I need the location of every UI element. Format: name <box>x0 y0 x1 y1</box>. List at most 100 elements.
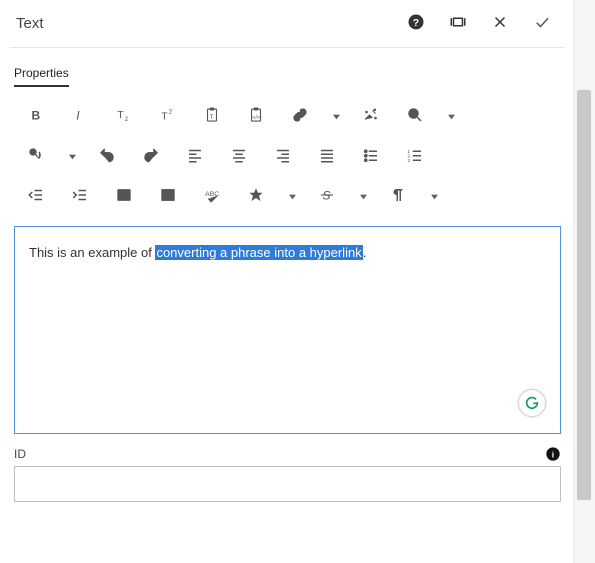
id-input[interactable] <box>14 466 561 502</box>
align-left-icon <box>186 146 204 167</box>
header-actions: ? <box>399 7 565 41</box>
align-left-button[interactable] <box>173 138 217 174</box>
list-bullet-icon <box>362 146 380 167</box>
align-right-icon <box>274 146 292 167</box>
search-button[interactable] <box>393 98 437 134</box>
indent-button[interactable] <box>58 178 102 214</box>
table-icon <box>159 186 177 207</box>
svg-text:T: T <box>117 109 124 121</box>
toolbar-row-2: 123 <box>14 138 561 174</box>
align-right-button[interactable] <box>261 138 305 174</box>
list-number-icon: 123 <box>406 146 424 167</box>
svg-text:3: 3 <box>408 157 411 162</box>
undo-button[interactable] <box>85 138 129 174</box>
help-button[interactable]: ? <box>399 7 433 41</box>
outdent-icon <box>27 186 45 207</box>
svg-text:2: 2 <box>125 117 129 123</box>
clear-format-button[interactable] <box>349 98 393 134</box>
svg-text:T: T <box>210 114 214 120</box>
close-button[interactable] <box>483 7 517 41</box>
strike-icon: S <box>318 186 336 207</box>
help-icon: ? <box>407 13 425 34</box>
chevron-down-icon <box>332 109 341 124</box>
check-icon <box>533 13 551 34</box>
chevron-down-icon <box>68 149 77 164</box>
superscript-button[interactable]: T2 <box>146 98 190 134</box>
id-label: ID <box>14 447 26 461</box>
bullet-list-button[interactable] <box>349 138 393 174</box>
special-char-dropdown[interactable] <box>279 178 305 214</box>
align-center-icon <box>230 146 248 167</box>
tab-properties[interactable]: Properties <box>14 62 69 86</box>
replace-icon <box>27 146 45 167</box>
panel-title: Text <box>10 15 399 32</box>
outdent-button[interactable] <box>14 178 58 214</box>
redo-button[interactable] <box>129 138 173 174</box>
editor-text-after: . <box>363 245 367 260</box>
replace-dropdown[interactable] <box>59 138 85 174</box>
align-center-button[interactable] <box>217 138 261 174</box>
svg-text:B: B <box>32 108 41 122</box>
main-column: Text ? <box>0 0 573 563</box>
toolbar-row-1: B I T2 T2 T </> <box>14 98 561 134</box>
indent-icon <box>71 186 89 207</box>
scrollbar-thumb[interactable] <box>577 90 591 500</box>
paste-text-icon: T <box>203 106 221 127</box>
star-icon <box>247 186 265 207</box>
spellcheck-icon: ABC <box>203 186 221 207</box>
grammarly-icon <box>524 394 540 413</box>
svg-text:T: T <box>161 110 168 122</box>
search-dropdown[interactable] <box>438 98 464 134</box>
tab-bar: Properties <box>10 54 565 86</box>
panel-header: Text ? <box>10 0 565 48</box>
svg-text:ABC: ABC <box>205 190 219 197</box>
svg-text:i: i <box>552 449 554 459</box>
paste-code-button[interactable]: </> <box>234 98 278 134</box>
scrollbar-track[interactable] <box>573 0 595 563</box>
toolbar-row-3: ABC S <box>14 178 561 214</box>
bold-button[interactable]: B <box>14 98 58 134</box>
strike-dropdown[interactable] <box>350 178 376 214</box>
id-field: ID i <box>14 446 561 502</box>
text-edit-panel: Text ? <box>0 0 595 563</box>
number-list-button[interactable]: 123 <box>393 138 437 174</box>
rich-text-editor[interactable]: This is an example of converting a phras… <box>14 226 561 434</box>
search-icon <box>406 106 424 127</box>
close-icon <box>491 13 509 34</box>
insert-table-button[interactable] <box>146 178 190 214</box>
chevron-down-icon <box>447 109 456 124</box>
paragraph-dropdown[interactable] <box>421 178 447 214</box>
rich-text-toolbar: B I T2 T2 T </> <box>10 86 565 222</box>
svg-text:?: ? <box>413 17 419 29</box>
italic-button[interactable]: I <box>58 98 102 134</box>
link-icon <box>291 106 309 127</box>
redo-icon <box>142 146 160 167</box>
link-button[interactable] <box>278 98 322 134</box>
paragraph-button[interactable] <box>376 178 420 214</box>
paste-text-button[interactable]: T <box>190 98 234 134</box>
link-dropdown[interactable] <box>323 98 349 134</box>
chevron-down-icon <box>359 189 368 204</box>
undo-icon <box>98 146 116 167</box>
spellcheck-button[interactable]: ABC <box>190 178 234 214</box>
magic-clear-icon <box>362 106 380 127</box>
strike-button[interactable]: S <box>305 178 349 214</box>
chevron-down-icon <box>430 189 439 204</box>
subscript-icon: T2 <box>115 106 133 127</box>
grammarly-badge[interactable] <box>518 389 546 417</box>
italic-icon: I <box>71 106 89 127</box>
info-icon[interactable]: i <box>545 446 561 462</box>
confirm-button[interactable] <box>525 7 559 41</box>
svg-text:I: I <box>76 108 80 122</box>
insert-image-button[interactable] <box>102 178 146 214</box>
replace-button[interactable] <box>14 138 58 174</box>
special-char-button[interactable] <box>234 178 278 214</box>
image-icon <box>115 186 133 207</box>
align-justify-button[interactable] <box>305 138 349 174</box>
chevron-down-icon <box>288 189 297 204</box>
fullscreen-button[interactable] <box>441 7 475 41</box>
editor-text-before: This is an example of <box>29 245 155 260</box>
svg-text:</>: </> <box>252 114 260 120</box>
paste-code-icon: </> <box>247 106 265 127</box>
subscript-button[interactable]: T2 <box>102 98 146 134</box>
